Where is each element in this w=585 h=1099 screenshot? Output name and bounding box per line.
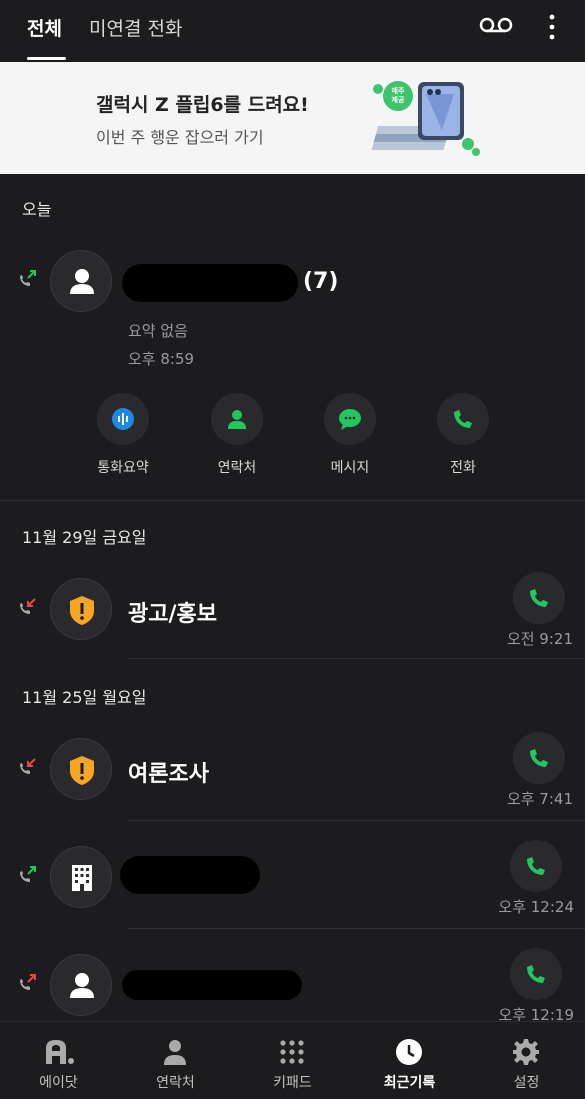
row-divider — [128, 820, 585, 821]
redacted-name — [122, 970, 302, 1000]
section-divider — [0, 500, 585, 501]
business-avatar[interactable] — [50, 846, 112, 908]
row-divider — [128, 928, 585, 929]
shield-warning-icon — [70, 756, 94, 785]
message-icon — [339, 409, 361, 430]
call-time: 오후 12:24 — [498, 898, 574, 916]
call-time: 오전 9:21 — [506, 630, 573, 648]
call-summary-status: 요약 없음 — [128, 322, 188, 340]
nav-a-dot-label: 에이닷 — [39, 1075, 78, 1091]
keypad-icon — [280, 1040, 304, 1064]
redacted-name — [120, 856, 260, 894]
bottom-navigation: 에이닷 연락처 키패드 최근기록 설정 — [0, 1021, 585, 1099]
banner-title: 갤럭시 Z 플립6를 드려요! — [96, 94, 309, 116]
voicemail-icon[interactable] — [478, 14, 514, 36]
caller-name: 여론조사 — [128, 762, 209, 787]
message-label: 메시지 — [330, 460, 370, 476]
outgoing-call-icon — [20, 974, 36, 990]
missed-call-icon — [20, 758, 36, 774]
call-summary-label: 통화요약 — [97, 460, 149, 476]
row-divider — [128, 658, 585, 659]
contacts-icon — [164, 1040, 186, 1065]
phone-icon — [530, 749, 548, 767]
spam-avatar[interactable] — [50, 738, 112, 800]
tab-indicator — [27, 57, 66, 60]
call-count: (7) — [303, 269, 339, 294]
a-dot-icon — [46, 1040, 74, 1064]
nav-contacts-label: 연락처 — [156, 1075, 195, 1091]
more-vert-icon[interactable] — [540, 12, 564, 42]
contact-avatar[interactable] — [50, 250, 112, 312]
contact-label: 연락처 — [217, 460, 257, 476]
phone-icon — [527, 965, 545, 983]
contact-button[interactable]: 연락처 — [187, 393, 287, 477]
building-icon — [72, 865, 92, 891]
outgoing-call-icon — [20, 270, 36, 286]
call-button[interactable]: 전화 — [413, 393, 513, 477]
prize-badge-line2: 제공 — [392, 95, 405, 104]
person-icon — [70, 973, 94, 998]
caller-name: 광고/홍보 — [128, 602, 217, 627]
phone-icon — [454, 410, 472, 428]
nav-contacts[interactable]: 연락처 — [117, 1022, 234, 1099]
contact-icon — [228, 410, 246, 429]
redacted-name — [122, 264, 298, 302]
nav-recents[interactable]: 최근기록 — [351, 1022, 468, 1099]
message-button[interactable]: 메시지 — [300, 393, 400, 477]
section-nov25: 11월 25일 월요일 — [22, 688, 147, 707]
clock-icon — [396, 1039, 422, 1065]
banner-subtitle: 이번 주 행운 잡으러 가기 — [96, 128, 264, 147]
section-today: 오늘 — [22, 200, 52, 219]
tab-missed[interactable]: 미연결 전화 — [89, 14, 182, 41]
promo-banner[interactable]: 갤럭시 Z 플립6를 드려요! 이번 주 행운 잡으러 가기 매주 제공 — [0, 62, 585, 174]
missed-call-icon — [20, 598, 36, 614]
gear-icon — [513, 1039, 539, 1065]
voice-summary-icon — [112, 408, 134, 430]
phone-prize-illustration: 매주 제공 — [371, 81, 480, 156]
phone-icon — [530, 589, 548, 607]
tab-all[interactable]: 전체 — [27, 14, 62, 41]
call-time: 오후 8:59 — [128, 350, 195, 368]
nav-keypad-label: 키패드 — [273, 1075, 312, 1091]
phone-icon — [527, 857, 545, 875]
call-back-button[interactable] — [513, 732, 565, 784]
nav-a-dot[interactable]: 에이닷 — [0, 1022, 117, 1099]
nav-settings[interactable]: 설정 — [468, 1022, 585, 1099]
call-back-button[interactable] — [510, 840, 562, 892]
top-bar: 전체 미연결 전화 — [0, 0, 585, 62]
call-time: 오후 7:41 — [506, 790, 573, 808]
section-nov29: 11월 29일 금요일 — [22, 528, 147, 547]
nav-settings-label: 설정 — [513, 1075, 540, 1091]
call-back-button[interactable] — [513, 572, 565, 624]
contact-avatar[interactable] — [50, 954, 112, 1016]
call-label: 전화 — [450, 460, 476, 476]
nav-recents-label: 최근기록 — [383, 1075, 436, 1091]
spam-avatar[interactable] — [50, 578, 112, 640]
call-summary-button[interactable]: 통화요약 — [73, 393, 173, 477]
nav-keypad[interactable]: 키패드 — [234, 1022, 351, 1099]
shield-warning-icon — [70, 596, 94, 625]
prize-badge-line1: 매주 — [392, 86, 405, 95]
outgoing-call-icon — [20, 866, 36, 882]
call-back-button[interactable] — [510, 948, 562, 1000]
person-icon — [70, 269, 94, 294]
